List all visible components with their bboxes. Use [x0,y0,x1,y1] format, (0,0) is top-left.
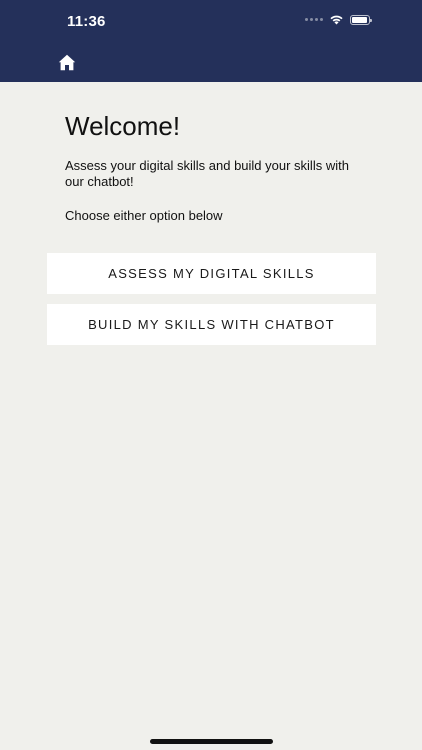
build-skills-chatbot-button[interactable]: BUILD MY SKILLS WITH CHATBOT [47,304,376,345]
status-bar: 11:36 [0,0,422,44]
wifi-icon [330,15,343,25]
status-icons [305,14,372,25]
home-indicator [150,739,273,744]
cellular-signal-icon [305,18,323,21]
status-time: 11:36 [67,13,106,30]
page-title: Welcome! [65,111,181,141]
assess-skills-button[interactable]: ASSESS MY DIGITAL SKILLS [47,253,376,294]
navigation-bar [0,44,422,82]
battery-icon [350,14,372,25]
instruction-text: Choose either option below [65,208,223,223]
welcome-section: Welcome! Assess your digital skills and … [65,110,365,224]
home-icon[interactable] [58,54,76,71]
welcome-description: Assess your digital skills and build you… [65,158,349,189]
